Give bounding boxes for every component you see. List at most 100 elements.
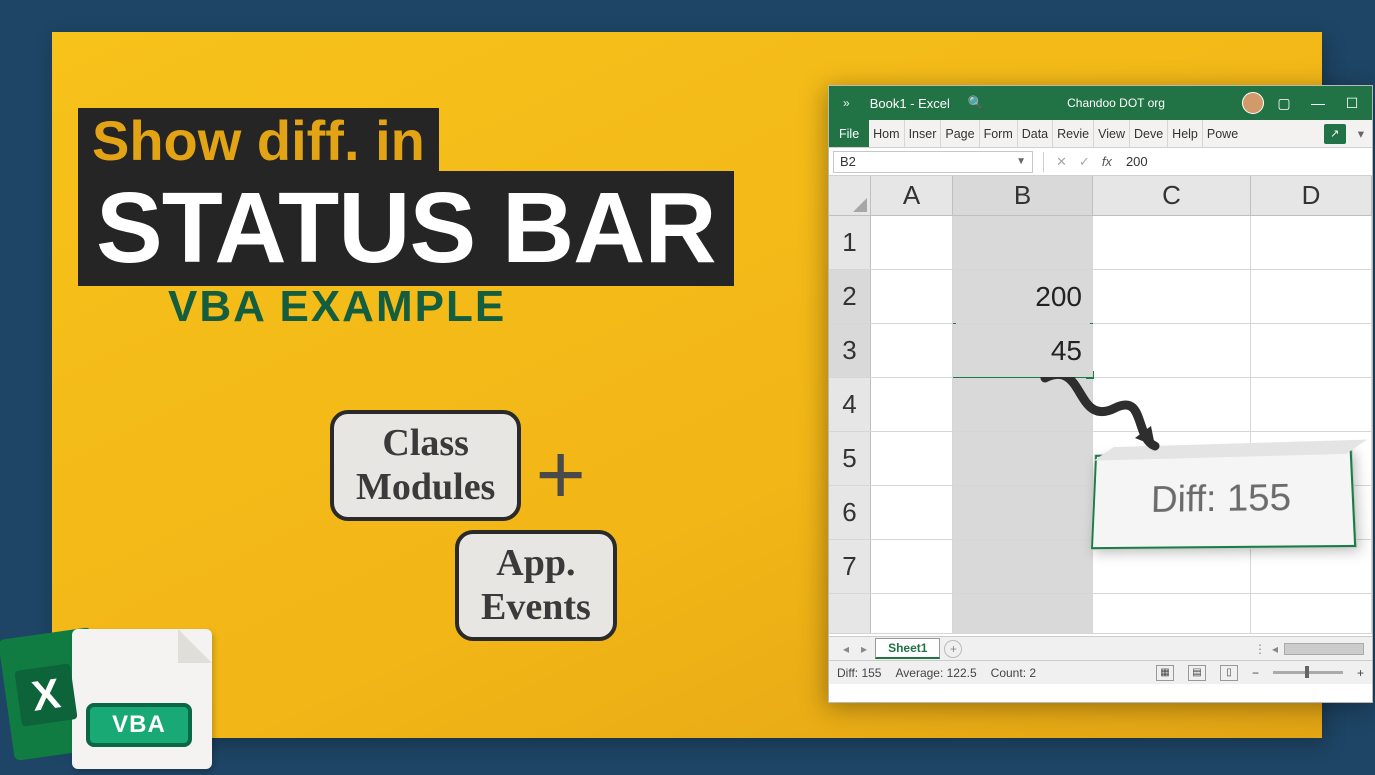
- arrow-icon: [1035, 368, 1175, 468]
- ribbon-tab-insert[interactable]: Inser: [905, 120, 942, 147]
- diff-popup-text: Diff: 155: [1150, 476, 1291, 521]
- vba-badge: VBA: [86, 703, 192, 747]
- name-box-arrow-icon[interactable]: ▼: [1016, 156, 1026, 167]
- view-pagelayout-icon[interactable]: ▤: [1188, 665, 1206, 681]
- ribbon-overflow-icon[interactable]: ▾: [1350, 126, 1372, 141]
- row-header-2[interactable]: 2: [829, 270, 871, 323]
- title-line2: STATUS BAR: [78, 171, 734, 286]
- cell-c2[interactable]: [1093, 270, 1251, 323]
- ribbon-tab-review[interactable]: Revie: [1053, 120, 1094, 147]
- callout-app-events: App. Events: [455, 530, 617, 641]
- cell-a1[interactable]: [871, 216, 953, 269]
- cell-c1[interactable]: [1093, 216, 1251, 269]
- col-header-a[interactable]: A: [871, 176, 953, 215]
- ribbon-tabs: File Hom Inser Page Form Data Revie View…: [829, 120, 1372, 148]
- col-header-d[interactable]: D: [1251, 176, 1372, 215]
- cell-d4[interactable]: [1251, 378, 1372, 431]
- cell-b1[interactable]: [953, 216, 1093, 269]
- title-block: Show diff. in STATUS BAR VBA EXAMPLE: [78, 108, 734, 332]
- cell-d7[interactable]: [1251, 540, 1372, 593]
- account-name[interactable]: Chandoo DOT org: [996, 96, 1236, 110]
- name-box-value: B2: [840, 154, 856, 169]
- sheet-nav-right-icon[interactable]: ▸: [857, 642, 871, 656]
- search-icon[interactable]: 🔍: [962, 95, 990, 111]
- formula-value[interactable]: 200: [1118, 154, 1156, 169]
- share-button[interactable]: ↗: [1324, 124, 1346, 144]
- sheet-tab-bar: ◂ ▸ Sheet1 + ⋮ ◂: [829, 636, 1372, 660]
- callout-class-modules: Class Modules: [330, 410, 521, 521]
- table-row: 1: [829, 216, 1372, 270]
- enter-formula-icon[interactable]: ✓: [1073, 154, 1096, 170]
- zoom-slider[interactable]: [1273, 671, 1343, 674]
- view-pagebreak-icon[interactable]: ▯: [1220, 665, 1238, 681]
- cell-a6[interactable]: [871, 486, 953, 539]
- plus-icon: +: [535, 424, 586, 527]
- status-average: Average: 122.5: [895, 666, 976, 680]
- cell-d1[interactable]: [1251, 216, 1372, 269]
- cell-b7[interactable]: [953, 540, 1093, 593]
- fx-icon[interactable]: fx: [1096, 154, 1118, 169]
- avatar[interactable]: [1242, 92, 1264, 114]
- title-line3: VBA EXAMPLE: [168, 282, 734, 332]
- title-line1: Show diff. in: [78, 108, 439, 177]
- col-header-b[interactable]: B: [953, 176, 1093, 215]
- cell-b2[interactable]: 200: [953, 270, 1093, 323]
- ribbon-tab-formulas[interactable]: Form: [980, 120, 1018, 147]
- excel-x-icon: X: [14, 663, 77, 726]
- horizontal-scrollbar[interactable]: [1284, 643, 1364, 655]
- sheet-tab-active[interactable]: Sheet1: [875, 638, 940, 659]
- col-header-c[interactable]: C: [1093, 176, 1251, 215]
- maximize-button[interactable]: ☐: [1338, 95, 1366, 112]
- row-header-8[interactable]: [829, 594, 871, 633]
- cancel-formula-icon[interactable]: ✕: [1050, 154, 1073, 170]
- cell-b3[interactable]: 45: [953, 324, 1093, 377]
- hscroll-left-icon[interactable]: ◂: [1268, 642, 1282, 656]
- ribbon-tab-power[interactable]: Powe: [1203, 120, 1242, 147]
- minimize-button[interactable]: —: [1304, 95, 1332, 111]
- row-header-5[interactable]: 5: [829, 432, 871, 485]
- zoom-out-button[interactable]: −: [1252, 666, 1259, 680]
- cell-d2[interactable]: [1251, 270, 1372, 323]
- workbook-title: Book1 - Excel: [864, 96, 956, 111]
- callout2-line1: App.: [496, 542, 575, 584]
- zoom-in-button[interactable]: +: [1357, 666, 1364, 680]
- cell-a5[interactable]: [871, 432, 953, 485]
- qat-more-icon[interactable]: »: [835, 96, 858, 110]
- cell-a2[interactable]: [871, 270, 953, 323]
- name-box[interactable]: B2 ▼: [833, 151, 1033, 173]
- excel-titlebar: » Book1 - Excel 🔍 Chandoo DOT org ▢ — ☐: [829, 86, 1372, 120]
- row-header-1[interactable]: 1: [829, 216, 871, 269]
- row-header-7[interactable]: 7: [829, 540, 871, 593]
- table-row: 2 200: [829, 270, 1372, 324]
- callout2-line2: Events: [481, 586, 591, 628]
- callout1-line2: Modules: [356, 466, 495, 508]
- cell-a4[interactable]: [871, 378, 953, 431]
- file-icon: [72, 629, 212, 769]
- cell-a7[interactable]: [871, 540, 953, 593]
- ribbon-tab-view[interactable]: View: [1094, 120, 1130, 147]
- ribbon-tab-data[interactable]: Data: [1018, 120, 1053, 147]
- file-tab[interactable]: File: [829, 120, 869, 147]
- ribbon-tab-developer[interactable]: Deve: [1130, 120, 1168, 147]
- row-header-6[interactable]: 6: [829, 486, 871, 539]
- formula-bar: B2 ▼ ✕ ✓ fx 200: [829, 148, 1372, 176]
- ribbon-tab-page[interactable]: Page: [941, 120, 979, 147]
- select-all-corner[interactable]: [829, 176, 871, 215]
- cell-b6[interactable]: [953, 486, 1093, 539]
- table-row: [829, 594, 1372, 634]
- ribbon-display-icon[interactable]: ▢: [1270, 95, 1298, 112]
- status-bar: Diff: 155 Average: 122.5 Count: 2 ▦ ▤ ▯ …: [829, 660, 1372, 684]
- view-normal-icon[interactable]: ▦: [1156, 665, 1174, 681]
- column-headers: A B C D: [829, 176, 1372, 216]
- new-sheet-button[interactable]: +: [944, 640, 962, 658]
- ribbon-tab-home[interactable]: Hom: [869, 120, 904, 147]
- status-count: Count: 2: [991, 666, 1036, 680]
- sheet-nav-left-icon[interactable]: ◂: [839, 642, 853, 656]
- cell-a3[interactable]: [871, 324, 953, 377]
- cell-d3[interactable]: [1251, 324, 1372, 377]
- row-header-3[interactable]: 3: [829, 324, 871, 377]
- row-header-4[interactable]: 4: [829, 378, 871, 431]
- excel-vba-logo: X VBA: [0, 627, 222, 775]
- ribbon-tab-help[interactable]: Help: [1168, 120, 1203, 147]
- status-diff: Diff: 155: [837, 666, 881, 680]
